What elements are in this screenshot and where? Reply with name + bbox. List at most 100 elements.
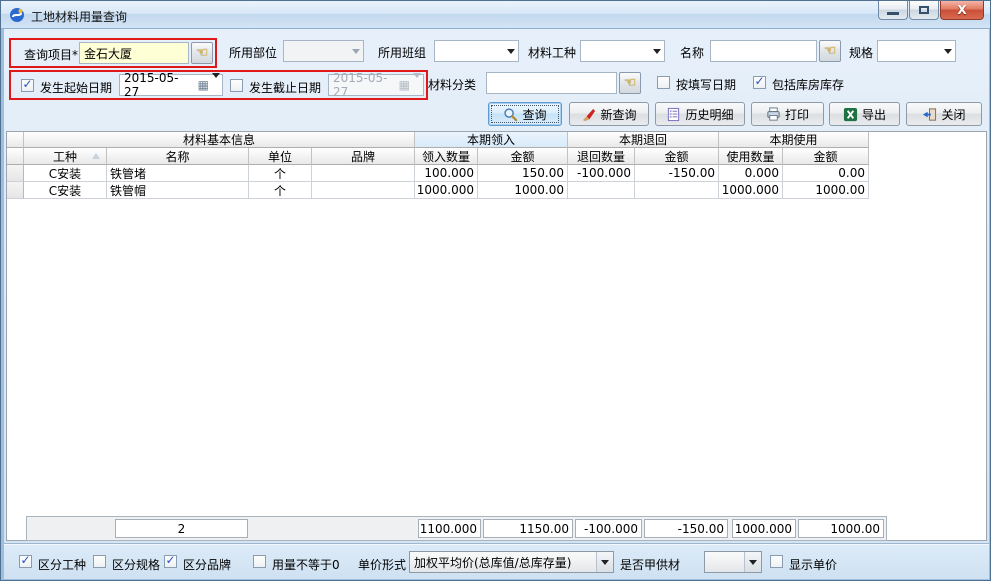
print-button[interactable]: 打印 xyxy=(751,102,824,126)
distinguish-work-type-checkbox[interactable]: ✓ xyxy=(19,555,32,568)
row-selector[interactable] xyxy=(7,182,24,199)
name-input[interactable] xyxy=(710,40,817,62)
material-category-picker-button[interactable]: ☜ xyxy=(619,72,641,94)
team-select[interactable] xyxy=(434,40,519,62)
query-button[interactable]: 查询 xyxy=(488,102,562,126)
name-picker-button[interactable]: ☜ xyxy=(819,40,841,62)
group-returned: 本期退回 xyxy=(568,132,719,148)
table-row[interactable]: C安装 铁管帽 个 1000.000 1000.00 1000.000 1000… xyxy=(7,182,986,199)
chevron-down-icon xyxy=(601,560,609,565)
owner-supplied-select[interactable] xyxy=(704,551,762,573)
column-header-work-type[interactable]: 工种 xyxy=(24,148,107,165)
group-basic-info: 材料基本信息 xyxy=(24,132,415,148)
usage-nonzero-label: 用量不等于0 xyxy=(272,556,340,573)
calendar-icon: ▦ xyxy=(399,78,410,92)
table-row[interactable]: C安装 铁管堵 个 100.000 150.00 -100.000 -150.0… xyxy=(7,165,986,182)
column-header-label: 工种 xyxy=(53,148,77,165)
price-form-value: 加权平均价(总库值/总库存量) xyxy=(414,554,596,571)
cell-returned-amount xyxy=(635,182,719,199)
distinguish-brand-label: 区分品牌 xyxy=(183,556,231,573)
group-used: 本期使用 xyxy=(719,132,869,148)
chevron-down-icon xyxy=(507,49,515,54)
row-selector[interactable] xyxy=(7,165,24,182)
export-button[interactable]: 导出 xyxy=(829,102,900,126)
material-work-type-label: 材料工种 xyxy=(528,44,576,61)
exit-door-icon xyxy=(922,107,937,122)
distinguish-spec-checkbox[interactable] xyxy=(93,555,106,568)
new-query-button[interactable]: 新查询 xyxy=(569,102,649,126)
printer-icon xyxy=(766,107,781,122)
start-date-checkbox[interactable]: ✓ xyxy=(21,79,34,92)
group-received: 本期领入 xyxy=(415,132,568,148)
summary-used-amount: 1000.00 xyxy=(798,519,884,538)
spec-select[interactable] xyxy=(877,40,956,62)
price-form-select[interactable]: 加权平均价(总库值/总库存量) xyxy=(409,551,614,573)
include-stock-checkbox[interactable]: ✓ xyxy=(753,76,766,89)
material-work-type-select[interactable] xyxy=(580,40,665,62)
usage-nonzero-checkbox[interactable] xyxy=(253,555,266,568)
column-header-used-qty[interactable]: 使用数量 xyxy=(719,148,783,165)
start-date-value: 2015-05-27 xyxy=(124,71,194,99)
export-button-label: 导出 xyxy=(862,106,886,123)
chevron-down-icon xyxy=(749,560,757,565)
column-header-returned-amount[interactable]: 金额 xyxy=(635,148,719,165)
sort-ascending-icon xyxy=(92,153,100,159)
project-label: 查询项目* xyxy=(24,46,78,63)
summary-received-amount: 1150.00 xyxy=(483,519,573,538)
column-header-returned-qty[interactable]: 退回数量 xyxy=(568,148,635,165)
selector-header xyxy=(7,132,24,148)
by-fill-date-checkbox[interactable] xyxy=(657,76,670,89)
chevron-down-icon xyxy=(352,49,360,54)
cell-work-type: C安装 xyxy=(24,182,107,199)
team-label: 所用班组 xyxy=(378,44,426,61)
history-detail-button[interactable]: 历史明细 xyxy=(655,102,745,126)
minimize-button[interactable] xyxy=(878,1,908,20)
distinguish-brand-checkbox[interactable]: ✓ xyxy=(164,555,177,568)
column-header-received-amount[interactable]: 金额 xyxy=(478,148,568,165)
table-header-row: 工种 名称 单位 品牌 领入数量 金额 退回数量 金额 使用数量 金额 xyxy=(7,148,986,165)
cell-returned-qty xyxy=(568,182,635,199)
show-unit-price-checkbox[interactable] xyxy=(770,555,783,568)
cell-received-qty: 100.000 xyxy=(415,165,478,182)
start-date-picker[interactable]: 2015-05-27 ▦ xyxy=(119,74,223,96)
options-bar: ✓ 区分工种 区分规格 ✓ 区分品牌 用量不等于0 单价形式 加权平均价(总库值… xyxy=(4,543,989,579)
hand-pointer-icon: ☜ xyxy=(196,45,209,61)
hand-pointer-icon: ☜ xyxy=(624,75,637,91)
close-form-button[interactable]: 关闭 xyxy=(906,102,982,126)
cell-name: 铁管帽 xyxy=(107,182,249,199)
column-header-name[interactable]: 名称 xyxy=(107,148,249,165)
project-picker-button[interactable]: ☜ xyxy=(191,42,213,64)
include-stock-label: 包括库房库存 xyxy=(772,76,844,93)
cell-name: 铁管堵 xyxy=(107,165,249,182)
material-category-input[interactable] xyxy=(486,72,617,94)
title-bar: 工地材料用量查询 X xyxy=(1,1,991,29)
project-input[interactable] xyxy=(79,42,189,64)
column-header-received-qty[interactable]: 领入数量 xyxy=(415,148,478,165)
search-icon xyxy=(503,107,518,122)
cell-brand xyxy=(312,182,415,199)
new-query-button-label: 新查询 xyxy=(600,106,636,123)
check-icon: ✓ xyxy=(20,553,30,567)
selector-header xyxy=(7,148,24,165)
chevron-down-icon xyxy=(944,49,952,54)
part-label: 所用部位 xyxy=(229,44,277,61)
cell-used-amount: 0.00 xyxy=(783,165,869,182)
price-form-label: 单价形式 xyxy=(358,556,406,573)
cell-returned-amount: -150.00 xyxy=(635,165,719,182)
end-date-checkbox[interactable] xyxy=(230,79,243,92)
distinguish-spec-label: 区分规格 xyxy=(112,556,160,573)
print-button-label: 打印 xyxy=(785,106,809,123)
column-header-brand[interactable]: 品牌 xyxy=(312,148,415,165)
chevron-down-icon xyxy=(653,49,661,54)
spec-label: 规格 xyxy=(849,44,873,61)
close-button[interactable]: X xyxy=(940,1,984,20)
maximize-button[interactable] xyxy=(909,1,939,20)
close-form-button-label: 关闭 xyxy=(941,106,965,123)
cell-received-amount: 150.00 xyxy=(478,165,568,182)
cell-unit: 个 xyxy=(249,165,312,182)
brush-icon xyxy=(581,107,596,122)
column-header-unit[interactable]: 单位 xyxy=(249,148,312,165)
start-date-label: 发生起始日期 xyxy=(40,79,112,96)
project-required-highlight: 查询项目* ☜ xyxy=(9,38,217,68)
column-header-used-amount[interactable]: 金额 xyxy=(783,148,869,165)
